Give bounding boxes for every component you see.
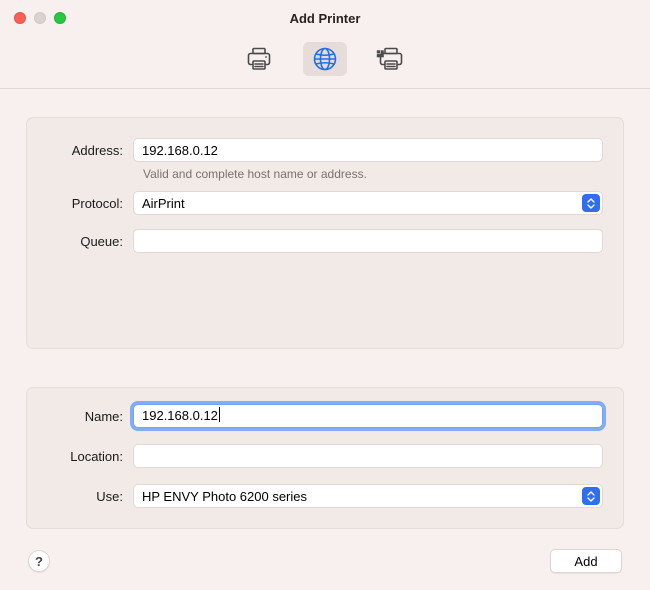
tab-default[interactable] [237, 42, 281, 76]
name-label: Name: [37, 409, 133, 424]
queue-input[interactable] [133, 229, 603, 253]
chevron-updown-icon [582, 487, 600, 505]
printer-icon [246, 47, 272, 71]
printer-details-panel: Name: 192.168.0.12 Location: Use: [26, 387, 624, 529]
connection-panel: Address: Valid and complete host name or… [26, 117, 624, 349]
windows-printer-icon [376, 47, 406, 71]
minimize-window-button[interactable] [34, 12, 46, 24]
fullscreen-window-button[interactable] [54, 12, 66, 24]
queue-label: Queue: [37, 234, 133, 249]
address-label: Address: [37, 143, 133, 158]
titlebar: Add Printer [0, 0, 650, 36]
protocol-select[interactable]: AirPrint [133, 191, 603, 215]
help-button[interactable]: ? [28, 550, 50, 572]
protocol-value: AirPrint [142, 196, 185, 211]
location-input[interactable] [133, 444, 603, 468]
use-select[interactable]: HP ENVY Photo 6200 series [133, 484, 603, 508]
chevron-updown-icon [582, 194, 600, 212]
tab-ip[interactable] [303, 42, 347, 76]
add-button[interactable]: Add [550, 549, 622, 573]
close-window-button[interactable] [14, 12, 26, 24]
toolbar [0, 36, 650, 88]
name-input[interactable] [133, 404, 603, 428]
address-input[interactable] [133, 138, 603, 162]
window-controls [14, 12, 66, 24]
window-title: Add Printer [0, 11, 650, 26]
address-hint: Valid and complete host name or address. [143, 167, 603, 181]
footer: ? Add [0, 532, 650, 590]
tab-windows[interactable] [369, 42, 413, 76]
help-icon: ? [35, 554, 43, 569]
use-value: HP ENVY Photo 6200 series [142, 489, 307, 504]
location-label: Location: [37, 449, 133, 464]
protocol-label: Protocol: [37, 196, 133, 211]
use-label: Use: [37, 489, 133, 504]
add-printer-window: Add Printer [0, 0, 650, 590]
ip-globe-icon [312, 46, 338, 72]
content: Address: Valid and complete host name or… [0, 89, 650, 529]
add-button-label: Add [574, 554, 597, 569]
